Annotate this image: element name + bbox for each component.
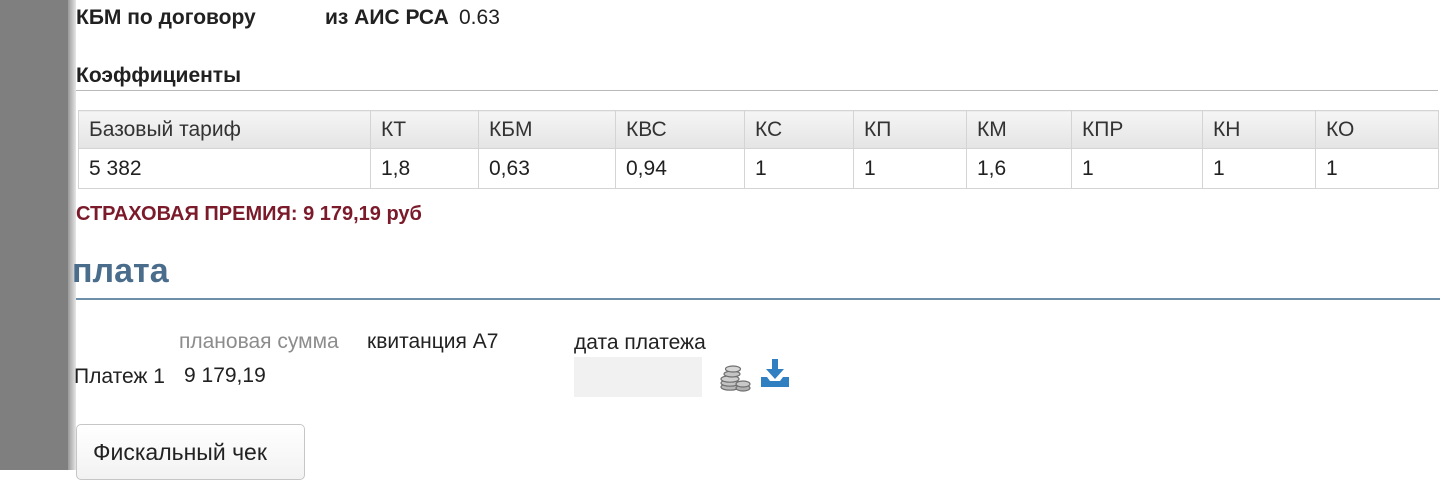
main-content: КБМ по договору из АИС РСА 0.63 Коэффици… xyxy=(72,0,1440,480)
table-row: 5 382 1,8 0,63 0,94 1 1 1,6 1 1 1 xyxy=(78,148,1439,189)
payment-section-title: плата xyxy=(72,252,169,290)
cell-kvs: 0,94 xyxy=(615,148,745,189)
coefficients-divider xyxy=(76,90,1438,91)
cell-kbm: 0,63 xyxy=(478,148,616,189)
planned-amount-header: плановая сумма xyxy=(179,330,339,353)
cell-kt: 1,8 xyxy=(370,148,479,189)
cell-ko: 1 xyxy=(1315,148,1439,189)
kbm-source: из АИС РСА xyxy=(325,6,449,29)
download-icon[interactable] xyxy=(759,357,791,389)
header-kbm: КБМ xyxy=(478,110,616,149)
header-kp: КП xyxy=(853,110,967,149)
cell-base-tariff: 5 382 xyxy=(78,148,371,189)
header-kt: КТ xyxy=(370,110,479,149)
header-kvs: КВС xyxy=(615,110,745,149)
header-ks: КС xyxy=(744,110,854,149)
header-km: КМ xyxy=(966,110,1072,149)
cell-kpr: 1 xyxy=(1071,148,1203,189)
payment-date-header: дата платежа xyxy=(574,331,706,354)
sidebar-shadow xyxy=(68,0,76,470)
coefficients-title: Коэффициенты xyxy=(76,64,242,87)
coins-icon[interactable] xyxy=(718,360,752,394)
payment-section-divider xyxy=(76,298,1440,300)
coefficients-table: Базовый тариф КТ КБМ КВС КС КП КМ КПР КН… xyxy=(78,110,1439,189)
insurance-premium-total: СТРАХОВАЯ ПРЕМИЯ: 9 179,19 руб xyxy=(76,203,422,225)
cell-kn: 1 xyxy=(1202,148,1316,189)
header-ko: КО xyxy=(1315,110,1439,149)
payment-date-input[interactable] xyxy=(574,357,702,397)
receipt-a7-header: квитанция А7 xyxy=(367,330,499,353)
cell-kp: 1 xyxy=(853,148,967,189)
fiscal-receipt-button[interactable]: Фискальный чек xyxy=(76,424,305,480)
header-kpr: КПР xyxy=(1071,110,1203,149)
coefficients-header-row: Базовый тариф КТ КБМ КВС КС КП КМ КПР КН… xyxy=(78,110,1439,149)
kbm-value: 0.63 xyxy=(459,6,500,29)
payment-row-label: Платеж 1 xyxy=(74,365,165,388)
payment-row-amount: 9 179,19 xyxy=(184,364,266,387)
header-kn: КН xyxy=(1202,110,1316,149)
cell-ks: 1 xyxy=(744,148,854,189)
left-sidebar-edge xyxy=(0,0,68,470)
cell-km: 1,6 xyxy=(966,148,1072,189)
header-base-tariff: Базовый тариф xyxy=(78,110,371,149)
kbm-label: КБМ по договору xyxy=(76,6,256,29)
